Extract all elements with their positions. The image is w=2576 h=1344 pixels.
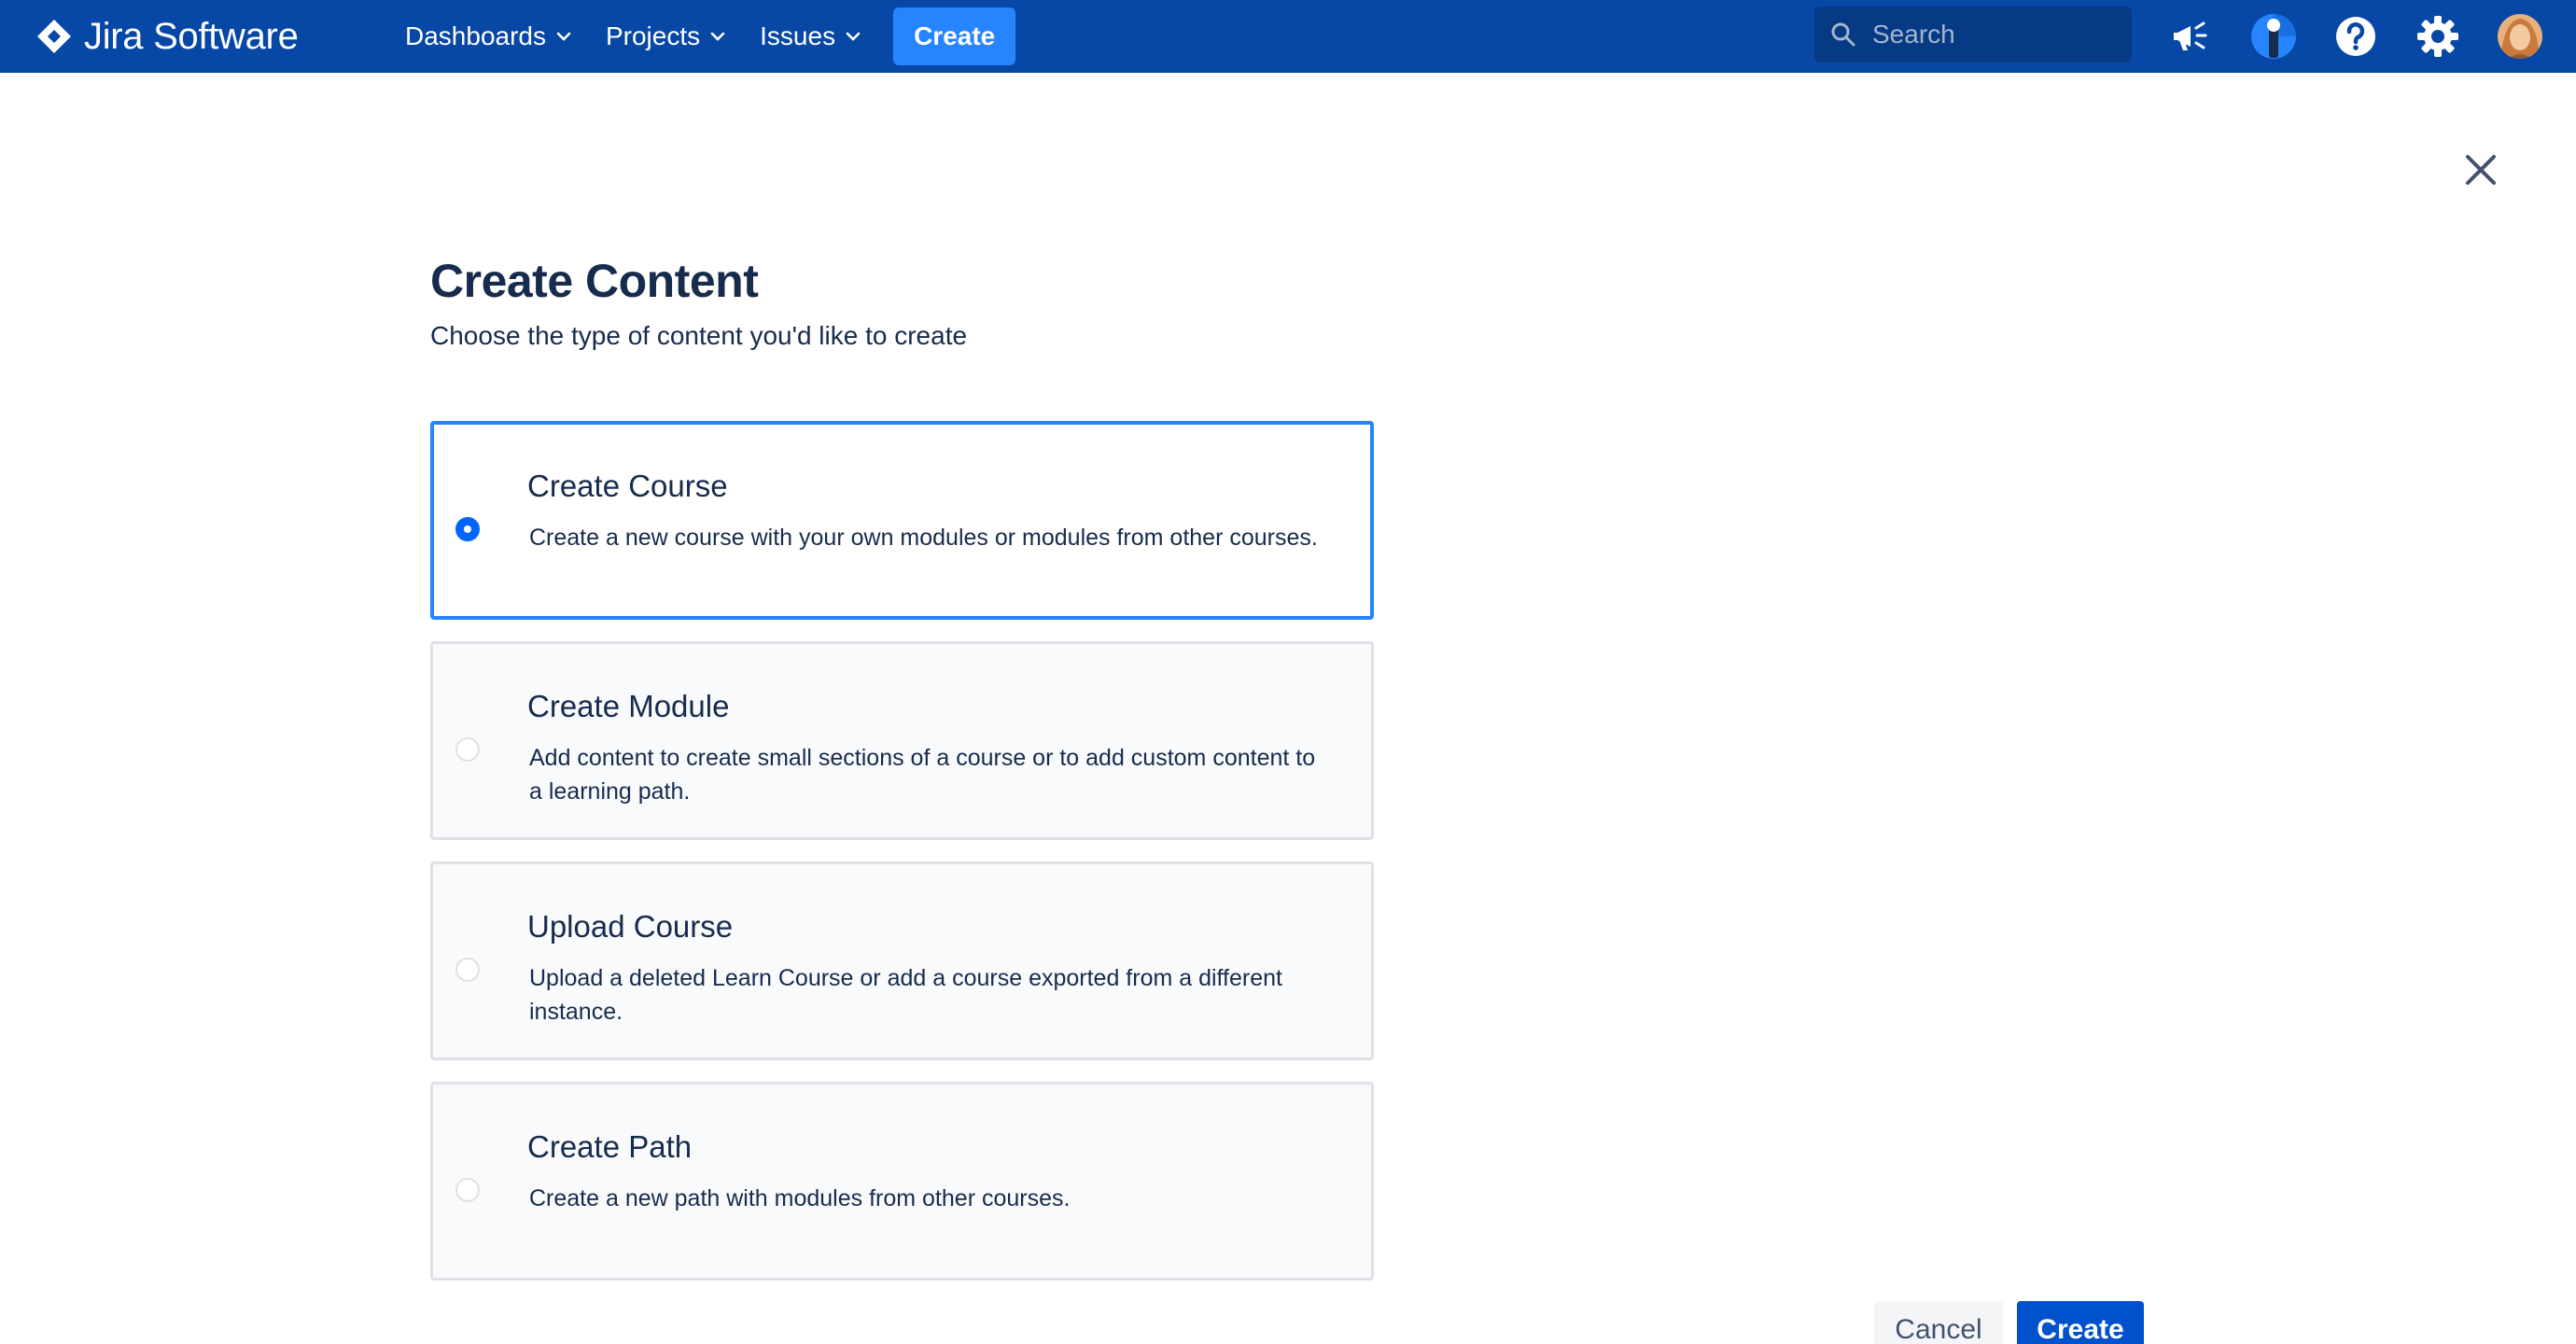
- page-subtitle: Choose the type of content you'd like to…: [430, 321, 968, 350]
- megaphone-icon[interactable]: [2167, 12, 2216, 61]
- nav-projects-label: Projects: [605, 21, 701, 50]
- option-create-path[interactable]: Create Path Create a new path with modul…: [430, 1082, 1374, 1281]
- option-description: Upload a deleted Learn Course or add a c…: [529, 965, 1282, 1025]
- nav-dashboards-label: Dashboards: [405, 21, 546, 50]
- radio-create-course[interactable]: [455, 517, 480, 541]
- jira-diamond-icon: [37, 20, 71, 53]
- main-nav: Dashboards Projects Issues Create: [388, 0, 1016, 73]
- logo-text: Jira Software: [84, 15, 299, 57]
- search-icon: [1831, 22, 1855, 47]
- option-description: Create a new course with your own module…: [529, 525, 1318, 551]
- page-title: Create Content: [430, 255, 759, 307]
- option-upload-course[interactable]: Upload Course Upload a deleted Learn Cou…: [430, 861, 1374, 1060]
- search-input[interactable]: [1872, 20, 2096, 49]
- option-title: Create Path: [527, 1129, 693, 1164]
- help-icon[interactable]: [2331, 12, 2380, 61]
- jira-logo[interactable]: Jira Software: [35, 0, 299, 73]
- app-switcher-icon[interactable]: [2249, 12, 2298, 61]
- nav-projects[interactable]: Projects: [589, 0, 743, 73]
- option-title: Create Course: [527, 469, 728, 503]
- radio-create-module[interactable]: [455, 737, 480, 762]
- option-description: Add content to create small sections of …: [529, 745, 1316, 805]
- option-title: Create Module: [527, 689, 730, 723]
- option-description: Create a new path with modules from othe…: [529, 1185, 1071, 1211]
- nav-issues-label: Issues: [760, 21, 836, 50]
- chevron-down-icon: [556, 32, 571, 41]
- option-create-module[interactable]: Create Module Add content to create smal…: [430, 641, 1374, 840]
- settings-icon[interactable]: [2414, 12, 2462, 61]
- create-button[interactable]: Create: [2017, 1301, 2144, 1344]
- radio-upload-course[interactable]: [455, 958, 480, 982]
- nav-dashboards[interactable]: Dashboards: [388, 0, 589, 73]
- close-icon[interactable]: [2460, 149, 2501, 190]
- radio-create-path[interactable]: [455, 1178, 480, 1202]
- nav-create-button[interactable]: Create: [893, 7, 1016, 65]
- option-create-course[interactable]: Create Course Create a new course with y…: [430, 421, 1374, 620]
- option-title: Upload Course: [527, 909, 734, 944]
- chevron-down-icon: [710, 32, 725, 41]
- chevron-down-icon: [846, 32, 861, 41]
- nav-issues[interactable]: Issues: [743, 0, 878, 73]
- cancel-button[interactable]: Cancel: [1874, 1301, 2003, 1344]
- avatar[interactable]: [2496, 12, 2544, 61]
- search-box[interactable]: [1814, 7, 2132, 63]
- top-navigation-bar: Jira Software Dashboards Projects Issues…: [0, 0, 2576, 73]
